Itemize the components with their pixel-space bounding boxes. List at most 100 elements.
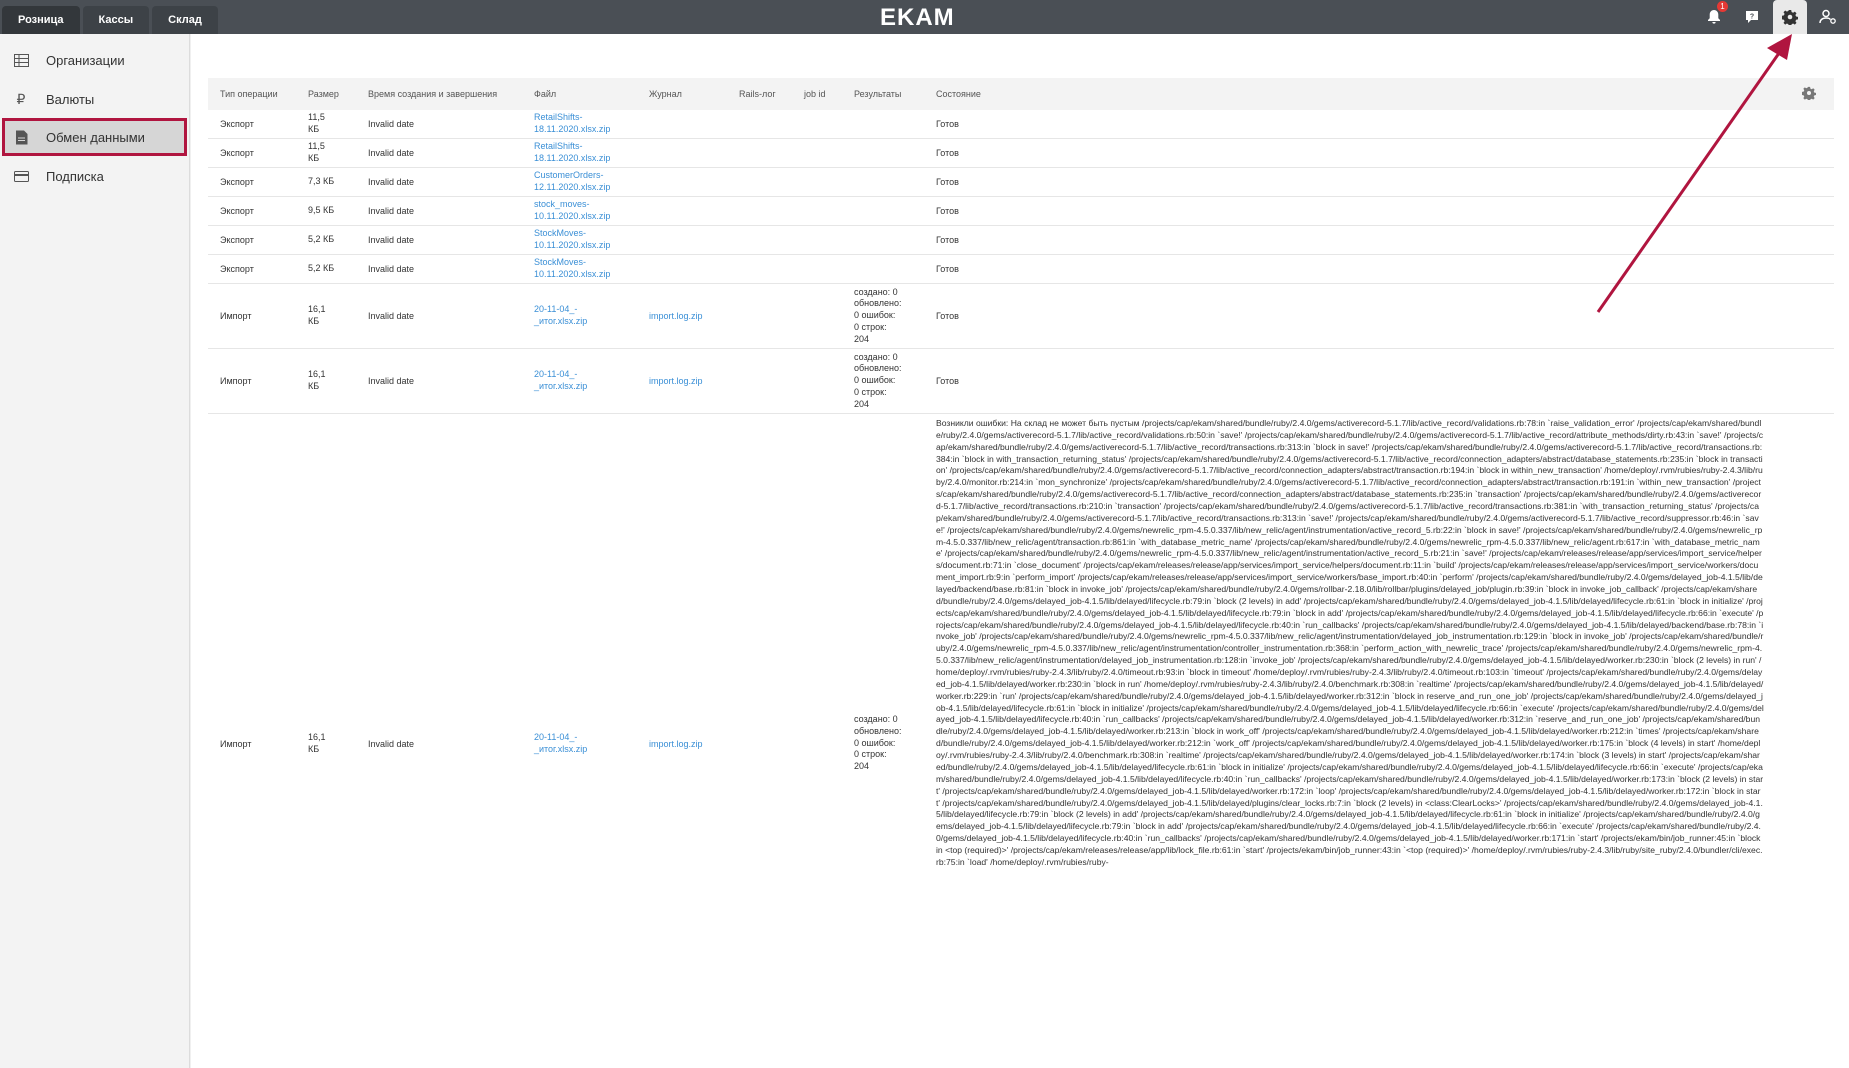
cell-rails-log xyxy=(727,349,792,413)
sidebar-item-organizations[interactable]: Организации xyxy=(0,41,189,79)
cell-type: Экспорт xyxy=(220,148,254,158)
cell-file-link[interactable]: StockMoves- 10.11.2020.xlsx.zip xyxy=(522,226,637,254)
table-row: Экспорт 11,5 КБ Invalid date RetailShift… xyxy=(208,110,1834,139)
cell-results xyxy=(842,110,924,138)
table-row: Импорт 16,1 КБ Invalid date 20-11-04_- _… xyxy=(208,349,1834,414)
user-settings-icon xyxy=(1819,9,1836,24)
col-header-job-id[interactable]: job id xyxy=(792,89,842,99)
col-header-size[interactable]: Размер xyxy=(296,89,356,99)
cell-size: 16,1 КБ xyxy=(308,731,326,754)
main-content: Тип операции Размер Время создания и зав… xyxy=(191,34,1849,1068)
cell-time: Invalid date xyxy=(368,376,415,386)
cell-state: Готов xyxy=(936,119,959,129)
cell-size: 11,5 КБ xyxy=(308,141,325,163)
cell-time: Invalid date xyxy=(368,311,415,321)
cell-state: Готов xyxy=(936,177,959,187)
table-row: Импорт 16,1 КБ Invalid date 20-11-04_- _… xyxy=(208,284,1834,349)
cell-rails-log xyxy=(727,226,792,254)
col-header-state[interactable]: Состояние xyxy=(924,89,1834,99)
cell-state: Готов xyxy=(936,148,959,158)
cell-time: Invalid date xyxy=(368,738,415,749)
settings-button[interactable] xyxy=(1773,0,1807,34)
cell-type: Экспорт xyxy=(220,119,254,129)
cell-results: создано: 0 обновлено: 0 ошибок: 0 строк:… xyxy=(854,286,902,344)
cell-rails-log xyxy=(727,139,792,167)
col-header-results[interactable]: Результаты xyxy=(842,89,924,99)
col-header-file[interactable]: Файл xyxy=(522,89,637,99)
cell-type: Экспорт xyxy=(220,235,254,245)
help-chat-button[interactable]: ? xyxy=(1735,0,1769,34)
cell-file-link[interactable]: stock_moves- 10.11.2020.xlsx.zip xyxy=(522,197,637,225)
cell-results: создано: 0 обновлено: 0 ошибок: 0 строк:… xyxy=(854,714,902,772)
sidebar-item-label: Валюты xyxy=(46,91,95,107)
col-header-rails-log[interactable]: Rails-лог xyxy=(727,89,792,99)
table-row: Экспорт 5,2 КБ Invalid date StockMoves- … xyxy=(208,226,1834,255)
cell-state: Готов xyxy=(936,264,959,274)
table-row: Экспорт 7,3 КБ Invalid date CustomerOrde… xyxy=(208,168,1834,197)
cell-log xyxy=(637,168,727,196)
sidebar-item-currencies[interactable]: ₽ Валюты xyxy=(0,80,189,118)
cell-state: Готов xyxy=(936,311,959,321)
cell-log-link[interactable]: import.log.zip xyxy=(637,414,727,1068)
cell-rails-log xyxy=(727,110,792,138)
table-grid-icon xyxy=(12,52,30,68)
cell-results xyxy=(842,226,924,254)
app-logo[interactable]: EKAM xyxy=(880,4,955,32)
cell-file-link[interactable]: RetailShifts- 18.11.2020.xlsx.zip xyxy=(522,110,637,138)
cell-time: Invalid date xyxy=(368,235,415,245)
table-row: Экспорт 5,2 КБ Invalid date StockMoves- … xyxy=(208,255,1834,284)
sidebar-item-subscription[interactable]: Подписка xyxy=(0,157,189,195)
cell-log xyxy=(637,255,727,283)
col-header-type[interactable]: Тип операции xyxy=(208,89,296,99)
top-icon-group: 1 ? xyxy=(1697,0,1845,34)
table-row: Экспорт 11,5 КБ Invalid date RetailShift… xyxy=(208,139,1834,168)
sidebar-item-label: Обмен данными xyxy=(46,129,145,145)
table-header: Тип операции Размер Время создания и зав… xyxy=(208,78,1834,110)
cell-log xyxy=(637,110,727,138)
cell-file-link[interactable]: 20-11-04_- _итог.xlsx.zip xyxy=(522,284,637,348)
user-settings-button[interactable] xyxy=(1811,0,1845,34)
cell-results xyxy=(842,197,924,225)
tab-retail[interactable]: Розница xyxy=(2,6,80,34)
cell-size: 5,2 КБ xyxy=(308,234,335,245)
cell-file-link[interactable]: 20-11-04_- _итог.xlsx.zip xyxy=(522,349,637,413)
cell-log-link[interactable]: import.log.zip xyxy=(637,349,727,413)
table-row: Импорт 16,1 КБ Invalid date 20-11-04_- _… xyxy=(208,414,1834,1068)
card-icon xyxy=(12,168,30,184)
cell-size: 16,1 КБ xyxy=(308,304,326,326)
cell-log-link[interactable]: import.log.zip xyxy=(637,284,727,348)
cell-time: Invalid date xyxy=(368,148,415,158)
cell-file-link[interactable]: 20-11-04_- _итог.xlsx.zip xyxy=(522,414,637,1068)
cell-state: Готов xyxy=(936,235,959,245)
sidebar-item-data-exchange[interactable]: Обмен данными xyxy=(2,118,187,156)
cell-type: Экспорт xyxy=(220,206,254,216)
tab-warehouse[interactable]: Склад xyxy=(152,6,218,34)
cell-size: 9,5 КБ xyxy=(308,205,335,216)
cell-job-id xyxy=(792,110,842,138)
column-settings-icon[interactable] xyxy=(1802,86,1816,100)
cell-time: Invalid date xyxy=(368,119,415,129)
col-header-log[interactable]: Журнал xyxy=(637,89,727,99)
notifications-button[interactable]: 1 xyxy=(1697,0,1731,34)
top-bar: Розница Кассы Склад EKAM 1 ? xyxy=(0,0,1849,34)
tab-cashboxes[interactable]: Кассы xyxy=(82,6,150,34)
cell-rails-log xyxy=(727,197,792,225)
cell-job-id xyxy=(792,197,842,225)
cell-file-link[interactable]: StockMoves- 10.11.2020.xlsx.zip xyxy=(522,255,637,283)
cell-time: Invalid date xyxy=(368,206,415,216)
cell-job-id xyxy=(792,414,842,1068)
cell-results xyxy=(842,255,924,283)
cell-file-link[interactable]: RetailShifts- 18.11.2020.xlsx.zip xyxy=(522,139,637,167)
col-header-time[interactable]: Время создания и завершения xyxy=(356,89,522,99)
cell-rails-log xyxy=(727,414,792,1068)
cell-rails-log xyxy=(727,168,792,196)
cell-state: Готов xyxy=(936,376,959,386)
cell-size: 16,1 КБ xyxy=(308,369,326,391)
cell-results: создано: 0 обновлено: 0 ошибок: 0 строк:… xyxy=(854,351,902,409)
cell-type: Экспорт xyxy=(220,177,254,187)
cell-results xyxy=(842,139,924,167)
cell-log xyxy=(637,197,727,225)
ruble-icon: ₽ xyxy=(16,90,26,107)
cell-file-link[interactable]: CustomerOrders- 12.11.2020.xlsx.zip xyxy=(522,168,637,196)
cell-type: Импорт xyxy=(220,376,252,386)
